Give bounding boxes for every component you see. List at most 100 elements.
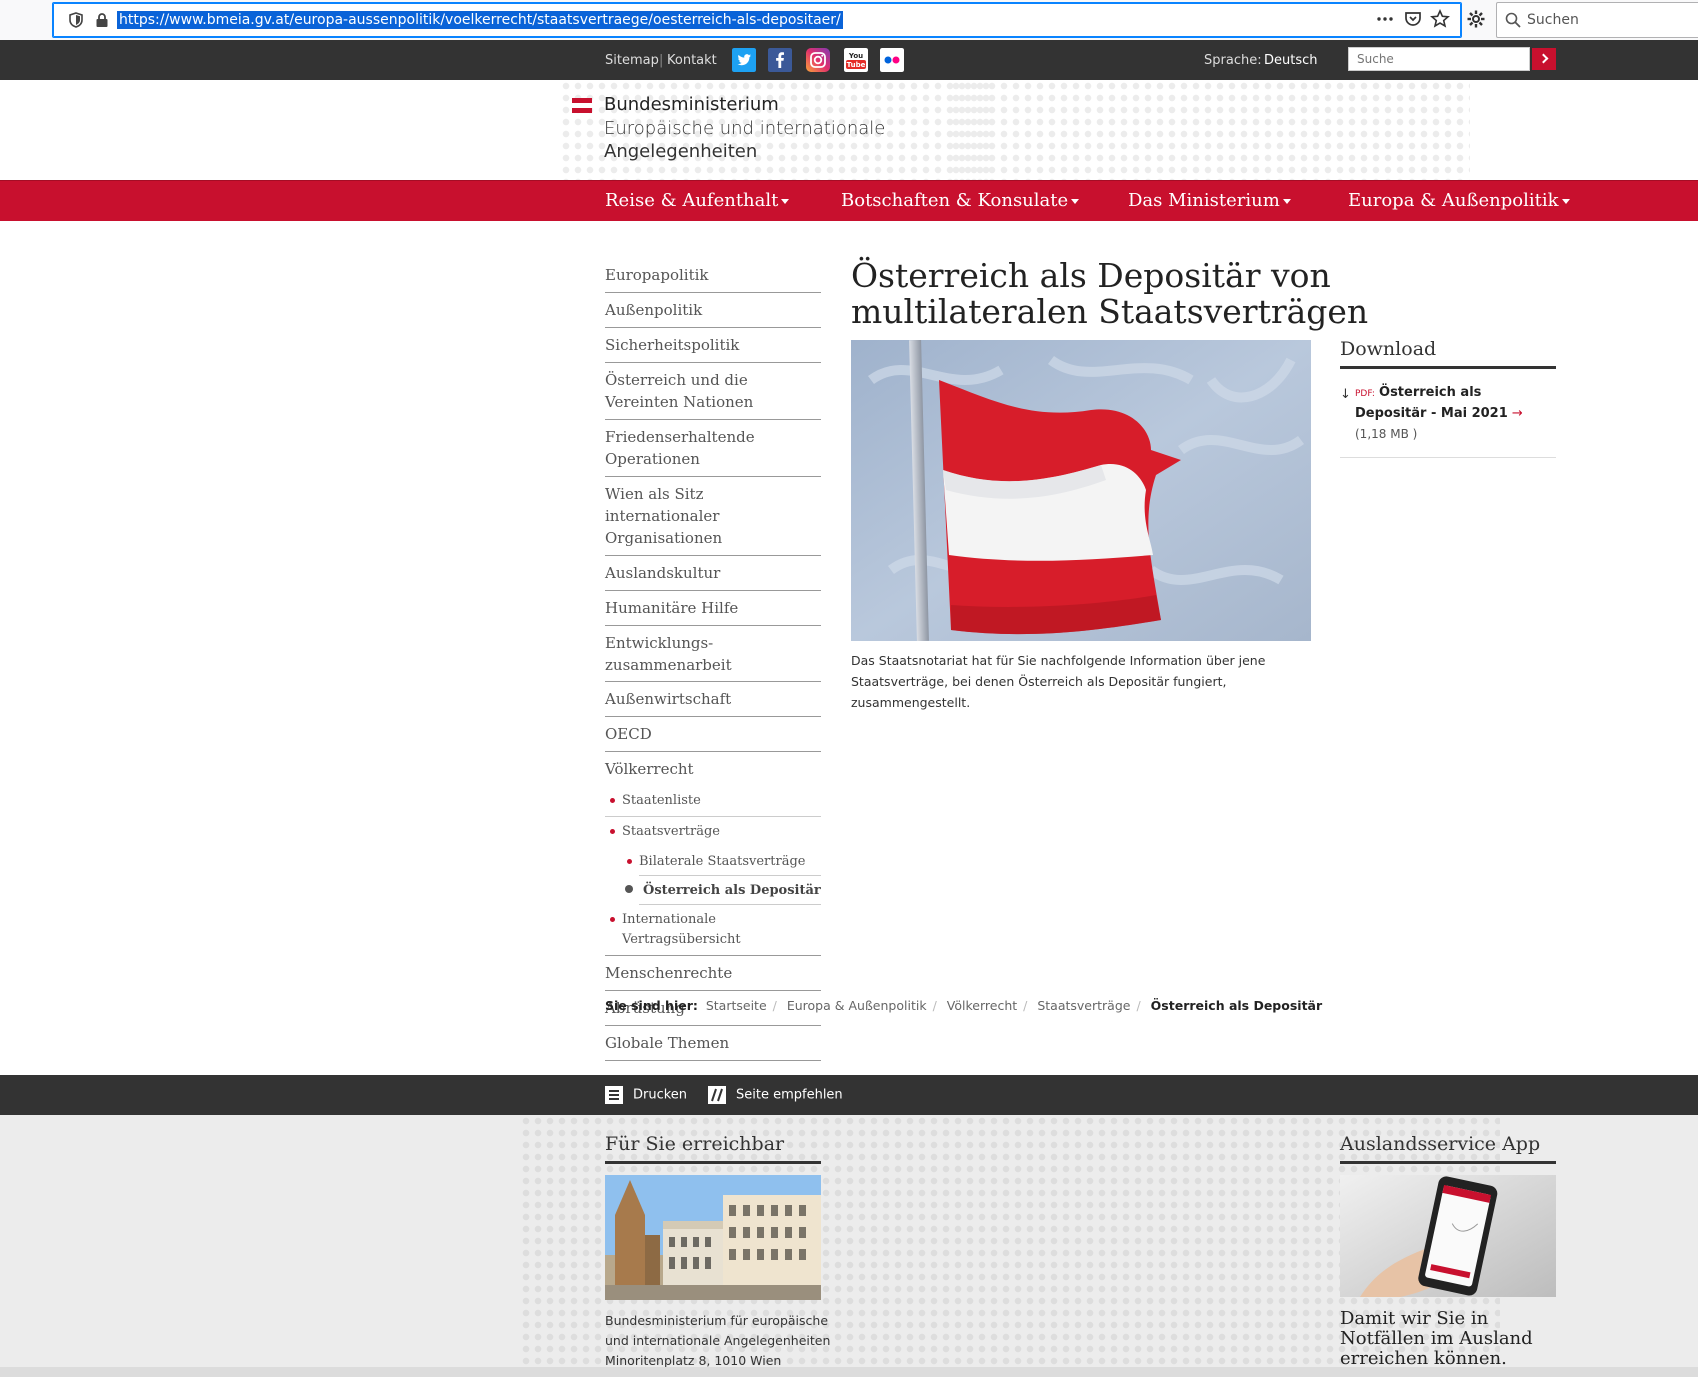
url-text[interactable]: https://www.bmeia.gv.at/europa-aussenpol… <box>117 11 843 29</box>
logo-subtitle-line1[interactable]: Europäische und internationale <box>604 118 885 139</box>
bullet-icon <box>610 798 615 803</box>
nav-item-reise[interactable]: Reise & Aufenthalt <box>605 190 790 211</box>
sidebar-item-auslandskultur[interactable]: Auslandskultur <box>605 556 821 591</box>
caret-down-icon <box>781 198 790 204</box>
site-search-input[interactable] <box>1348 47 1530 71</box>
pdf-badge: PDF: <box>1355 389 1375 399</box>
breadcrumb-separator: / <box>1136 998 1141 1013</box>
breadcrumb-item[interactable]: Staatsverträge <box>1037 998 1130 1013</box>
breadcrumb-current: Österreich als Depositär <box>1150 998 1323 1013</box>
print-button[interactable]: Drucken <box>605 1086 687 1104</box>
nav-item-ministerium[interactable]: Das Ministerium <box>1128 190 1291 211</box>
sidebar-subitem-bilaterale[interactable]: Bilaterale Staatsverträge <box>605 847 821 875</box>
browser-search-input[interactable]: Suchen <box>1496 2 1698 38</box>
app-description: Damit wir Sie in Notfällen im Ausland er… <box>1340 1308 1533 1369</box>
sidebar-item-aussenwirtschaft[interactable]: Außenwirtschaft <box>605 682 821 717</box>
sidebar-item-globale-themen[interactable]: Globale Themen <box>605 1026 821 1061</box>
sidebar-item-vereinte-nationen[interactable]: Österreich und die Vereinten Nationen <box>605 363 821 420</box>
sidebar-item-oecd[interactable]: OECD <box>605 717 821 752</box>
search-icon <box>1505 12 1521 28</box>
bookmark-star-icon[interactable] <box>1430 9 1450 29</box>
youtube-tube-text: Tube <box>847 61 866 69</box>
logo-subtitle-line2[interactable]: Angelegenheiten <box>604 141 757 162</box>
sidebar-item-wien-sitz[interactable]: Wien als Sitz internationaler Organisati… <box>605 477 821 556</box>
download-title: Download <box>1340 338 1556 369</box>
bullet-active-icon <box>625 885 633 893</box>
subitem-label: Internationale Vertragsübersicht <box>622 912 741 947</box>
main-navigation: Reise & Aufenthalt Botschaften & Konsula… <box>0 180 1698 221</box>
breadcrumb-separator: / <box>1023 998 1028 1013</box>
nav-label: Botschaften & Konsulate <box>841 190 1069 211</box>
sidebar-item-entwicklung[interactable]: Entwicklungs-zusammenarbeit <box>605 626 735 682</box>
austrian-flag-logo[interactable] <box>572 98 592 113</box>
sidebar-subitem-depositaer-active[interactable]: Österreich als Depositär <box>625 875 821 905</box>
more-actions-icon[interactable] <box>1375 9 1395 29</box>
facebook-icon[interactable] <box>768 48 792 72</box>
topbar-separator: | <box>659 53 664 68</box>
flickr-icon[interactable] <box>880 48 904 72</box>
sidebar-subitem-staatsvertraege[interactable]: Staatsverträge <box>605 817 821 847</box>
browser-toolbar: https://www.bmeia.gv.at/europa-aussenpol… <box>0 0 1698 41</box>
instagram-icon[interactable] <box>806 48 830 72</box>
app-phone-image <box>1340 1175 1556 1297</box>
address-line: Bundesministerium für europäische <box>605 1313 829 1328</box>
hero-image-austrian-flag <box>851 340 1311 641</box>
address-line: und internationale Angelegenheiten <box>605 1333 831 1348</box>
footer-reachable-title: Für Sie erreichbar <box>605 1133 821 1164</box>
lock-icon[interactable] <box>95 12 109 28</box>
download-link[interactable]: Österreich als Depositär - Mai 2021 <box>1355 385 1508 421</box>
subitem-label: Staatenliste <box>622 793 701 808</box>
sidebar-item-europapolitik[interactable]: Europapolitik <box>605 258 821 293</box>
youtube-you-text: You <box>848 52 863 60</box>
sidebar-item-menschenrechte[interactable]: Menschenrechte <box>605 956 821 991</box>
sidebar-subitem-staatenliste[interactable]: Staatenliste <box>605 786 821 817</box>
contact-link[interactable]: Kontakt <box>667 53 717 68</box>
download-box: Download ↓ PDF: Österreich als Depositär… <box>1340 338 1556 458</box>
sitemap-link[interactable]: Sitemap <box>605 53 659 68</box>
site-header: Bundesministerium Europäische und intern… <box>0 80 1698 180</box>
breadcrumb-item[interactable]: Europa & Außenpolitik <box>787 998 927 1013</box>
language-selector[interactable]: Deutsch <box>1264 53 1318 68</box>
download-arrow-icon: ↓ <box>1340 387 1351 402</box>
logo-title[interactable]: Bundesministerium <box>604 94 779 115</box>
sidebar-subitem-vertragsuebersicht[interactable]: Internationale Vertragsübersicht <box>605 905 821 956</box>
site-footer: Für Sie erreichbar Bundesministerium für… <box>0 1115 1698 1377</box>
austrian-flag-illustration <box>851 340 1311 641</box>
subitem-label: Bilaterale Staatsverträge <box>639 854 806 869</box>
site-search-button[interactable] <box>1532 48 1556 70</box>
footer-toolbar: Drucken Seite empfehlen <box>0 1075 1698 1115</box>
gear-icon[interactable] <box>1466 9 1486 29</box>
address-bar[interactable]: https://www.bmeia.gv.at/europa-aussenpol… <box>52 2 1462 38</box>
download-item[interactable]: ↓ PDF: Österreich als Depositär - Mai 20… <box>1340 369 1556 458</box>
pocket-icon[interactable] <box>1403 9 1423 29</box>
browser-search-placeholder: Suchen <box>1527 12 1579 28</box>
ministry-building-image <box>605 1175 821 1300</box>
caret-down-icon <box>1071 198 1080 204</box>
top-utility-bar: Sitemap | Kontakt You Tube Sprache: Deuts… <box>0 40 1698 80</box>
subitem-label: Staatsverträge <box>622 824 720 839</box>
subitem-label: Österreich als Depositär <box>643 883 821 898</box>
sidebar-item-friedenserhaltende[interactable]: Friedenserhaltende Operationen <box>605 420 821 477</box>
breadcrumb: Sie sind hier: Startseite / Europa & Auße… <box>605 998 1322 1013</box>
ministry-address: Bundesministerium für europäische und in… <box>605 1311 835 1371</box>
breadcrumb-separator: / <box>772 998 777 1013</box>
sidebar-item-humanitaere-hilfe[interactable]: Humanitäre Hilfe <box>605 591 821 626</box>
nav-item-europa[interactable]: Europa & Außenpolitik <box>1348 190 1570 211</box>
sidebar-item-voelkerrecht[interactable]: Völkerrecht <box>605 752 821 786</box>
arrow-right-icon: → <box>1511 406 1523 421</box>
breadcrumb-item[interactable]: Völkerrecht <box>947 998 1017 1013</box>
intro-text: Das Staatsnotariat hat für Sie nachfolge… <box>851 653 1266 710</box>
world-map-pattern <box>950 80 1470 180</box>
breadcrumb-item[interactable]: Startseite <box>706 998 767 1013</box>
twitter-icon[interactable] <box>732 48 756 72</box>
sidebar-item-sicherheitspolitik[interactable]: Sicherheitspolitik <box>605 328 821 363</box>
caret-down-icon <box>1561 198 1570 204</box>
sidebar-item-aussenpolitik[interactable]: Außenpolitik <box>605 293 821 328</box>
page-title: Österreich als Depositär von multilatera… <box>851 256 1369 331</box>
shield-icon[interactable] <box>69 12 83 28</box>
youtube-icon[interactable]: YouTube <box>844 48 868 72</box>
bullet-icon <box>627 859 632 864</box>
nav-item-botschaften[interactable]: Botschaften & Konsulate <box>841 190 1080 211</box>
breadcrumb-separator: / <box>932 998 937 1013</box>
recommend-page-button[interactable]: Seite empfehlen <box>708 1086 843 1104</box>
